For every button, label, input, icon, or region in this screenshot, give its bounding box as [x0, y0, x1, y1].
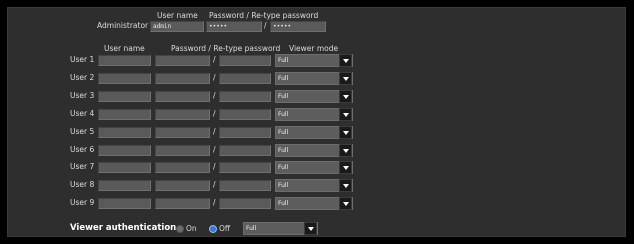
- user-retype-field[interactable]: [219, 162, 271, 173]
- viewer-auth-mode-value: Full: [246, 225, 257, 232]
- users-viewer-mode-header: Viewer mode: [289, 44, 339, 53]
- dropdown-arrow-icon[interactable]: [339, 197, 352, 210]
- dropdown-arrow-icon[interactable]: [339, 90, 352, 103]
- dropdown-arrow-icon[interactable]: [339, 108, 352, 121]
- user-password-field[interactable]: [155, 55, 210, 66]
- viewer-auth-mode-select[interactable]: Full: [243, 222, 318, 235]
- user-username-field[interactable]: [98, 55, 151, 66]
- user-viewer-mode-select[interactable]: Full: [275, 54, 353, 67]
- dropdown-arrow-icon[interactable]: [339, 179, 352, 192]
- viewer-auth-title: Viewer authentication: [70, 223, 177, 233]
- user-separator: /: [213, 127, 216, 136]
- viewer-auth-on-radio[interactable]: [176, 225, 184, 233]
- viewer-auth-off-label: Off: [219, 224, 231, 233]
- user-label: User 8: [70, 180, 95, 189]
- admin-retype-field[interactable]: •••••: [270, 21, 326, 32]
- user-separator: /: [213, 198, 216, 207]
- user-viewer-mode-select[interactable]: Full: [275, 161, 353, 174]
- user-label: User 7: [70, 162, 95, 171]
- user-viewer-mode-value: Full: [278, 147, 289, 154]
- user-password-field[interactable]: [155, 91, 210, 102]
- user-username-field[interactable]: [98, 180, 151, 191]
- user-retype-field[interactable]: [219, 127, 271, 138]
- user-label: User 9: [70, 198, 95, 207]
- user-separator: /: [213, 55, 216, 64]
- user-username-field[interactable]: [98, 91, 151, 102]
- user-viewer-mode-value: Full: [278, 164, 289, 171]
- user-viewer-mode-value: Full: [278, 93, 289, 100]
- user-retype-field[interactable]: [219, 180, 271, 191]
- user-retype-field[interactable]: [219, 73, 271, 84]
- user-viewer-mode-select[interactable]: Full: [275, 197, 353, 210]
- admin-password-field[interactable]: •••••: [206, 21, 262, 32]
- user-viewer-mode-value: Full: [278, 182, 289, 189]
- user-separator: /: [213, 73, 216, 82]
- user-retype-field[interactable]: [219, 55, 271, 66]
- user-label: User 1: [70, 55, 95, 64]
- user-viewer-mode-value: Full: [278, 129, 289, 136]
- user-password-field[interactable]: [155, 127, 210, 138]
- user-viewer-mode-select[interactable]: Full: [275, 108, 353, 121]
- user-username-field[interactable]: [98, 145, 151, 156]
- user-viewer-mode-select[interactable]: Full: [275, 126, 353, 139]
- user-retype-field[interactable]: [219, 91, 271, 102]
- user-password-field[interactable]: [155, 73, 210, 84]
- user-separator: /: [213, 91, 216, 100]
- user-password-field[interactable]: [155, 145, 210, 156]
- user-label: User 2: [70, 73, 95, 82]
- user-viewer-mode-value: Full: [278, 200, 289, 207]
- user-retype-field[interactable]: [219, 145, 271, 156]
- user-viewer-mode-value: Full: [278, 111, 289, 118]
- user-username-field[interactable]: [98, 109, 151, 120]
- dropdown-arrow-icon[interactable]: [304, 222, 317, 235]
- user-separator: /: [213, 109, 216, 118]
- user-label: User 6: [70, 145, 95, 154]
- user-label: User 3: [70, 91, 95, 100]
- user-viewer-mode-value: Full: [278, 75, 289, 82]
- user-username-field[interactable]: [98, 162, 151, 173]
- user-retype-field[interactable]: [219, 109, 271, 120]
- user-viewer-mode-select[interactable]: Full: [275, 90, 353, 103]
- admin-username-header: User name: [157, 11, 198, 20]
- viewer-auth-on-label: On: [186, 224, 197, 233]
- user-viewer-mode-select[interactable]: Full: [275, 179, 353, 192]
- users-password-header: Password / Re-type password: [171, 44, 281, 53]
- user-viewer-mode-select[interactable]: Full: [275, 144, 353, 157]
- user-separator: /: [213, 180, 216, 189]
- user-password-field[interactable]: [155, 109, 210, 120]
- dropdown-arrow-icon[interactable]: [339, 54, 352, 67]
- user-viewer-mode-value: Full: [278, 57, 289, 64]
- user-label: User 5: [70, 127, 95, 136]
- user-password-field[interactable]: [155, 162, 210, 173]
- user-separator: /: [213, 162, 216, 171]
- dropdown-arrow-icon[interactable]: [339, 72, 352, 85]
- dropdown-arrow-icon[interactable]: [339, 161, 352, 174]
- user-retype-field[interactable]: [219, 198, 271, 209]
- user-password-field[interactable]: [155, 180, 210, 191]
- user-password-field[interactable]: [155, 198, 210, 209]
- user-viewer-mode-select[interactable]: Full: [275, 72, 353, 85]
- viewer-auth-off-radio[interactable]: [209, 225, 217, 233]
- admin-label: Administrator: [97, 21, 149, 30]
- admin-separator: /: [264, 21, 267, 30]
- dropdown-arrow-icon[interactable]: [339, 126, 352, 139]
- user-username-field[interactable]: [98, 198, 151, 209]
- user-label: User 4: [70, 109, 95, 118]
- user-username-field[interactable]: [98, 127, 151, 138]
- admin-username-field[interactable]: admin: [150, 21, 204, 32]
- user-username-field[interactable]: [98, 73, 151, 84]
- dropdown-arrow-icon[interactable]: [339, 144, 352, 157]
- users-username-header: User name: [104, 44, 145, 53]
- admin-password-header: Password / Re-type password: [209, 11, 319, 20]
- user-separator: /: [213, 145, 216, 154]
